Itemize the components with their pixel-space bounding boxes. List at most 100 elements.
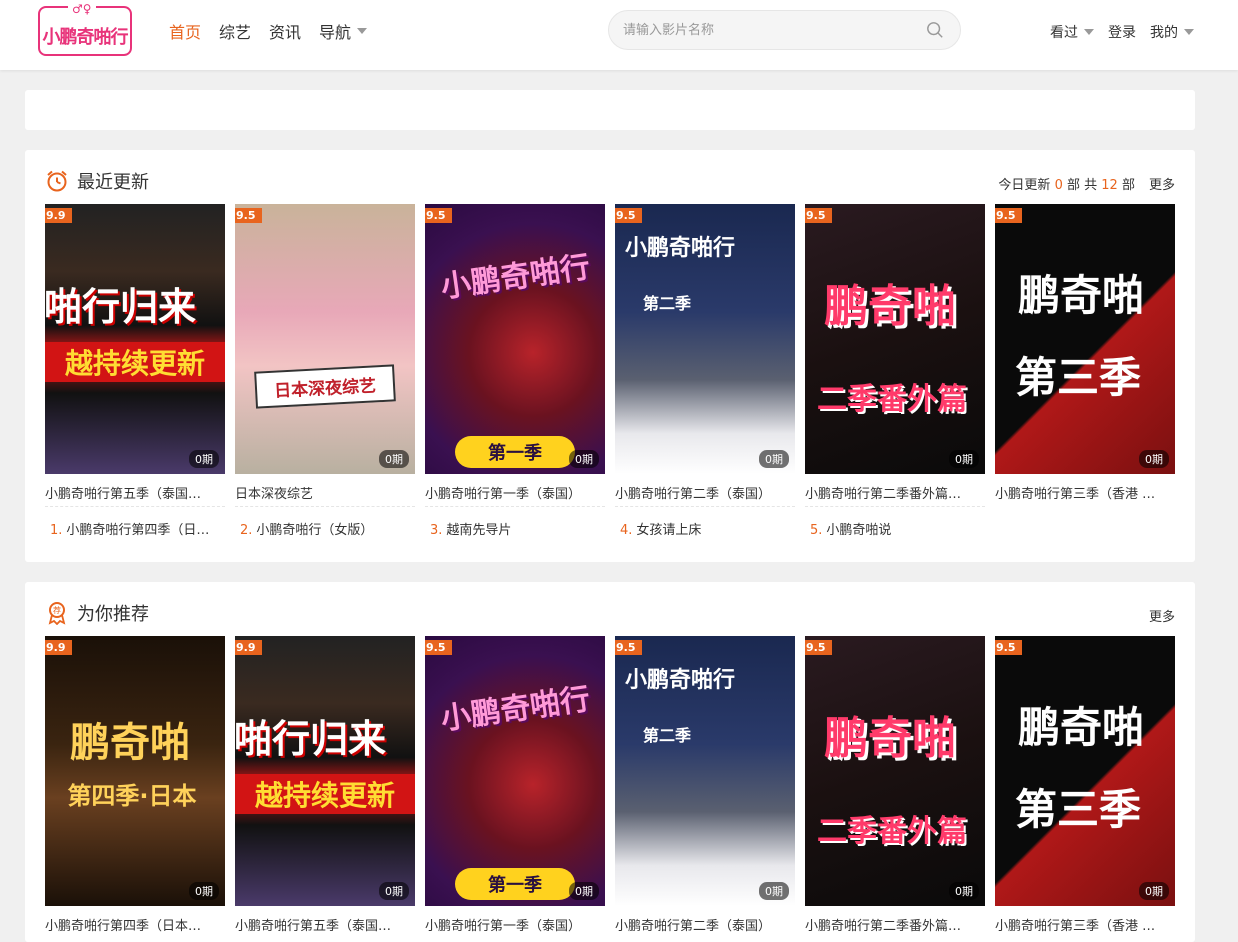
recommend-badge-icon: 荐 (48, 602, 66, 625)
poster: 鹏奇啪 第四季·日本 9.9 0期 (45, 636, 225, 906)
card-title: 日本深夜综艺 (235, 487, 314, 502)
score-badge: 9.5 (995, 640, 1022, 655)
video-card[interactable]: 啪行归来 越持续更新 9.9 0期 小鹏奇啪行第五季（泰国… (235, 636, 415, 934)
episode-badge: 0期 (189, 450, 219, 468)
today-prefix: 今日更新 (998, 178, 1051, 193)
stat-mid: 部 共 (1067, 178, 1098, 193)
hot-item[interactable]: 2. 小鹏奇啪行（女版） (235, 506, 415, 538)
card-title: 小鹏奇啪行第三季（香港 … (995, 919, 1156, 934)
video-card[interactable]: 小鹏奇啪行 第二季 9.5 0期 小鹏奇啪行第二季（泰国） (615, 204, 795, 502)
video-card[interactable]: 小鹏奇啪行 第二季 9.5 0期 小鹏奇啪行第二季（泰国） (615, 636, 795, 934)
score-badge: 9.5 (805, 640, 832, 655)
recommend-section: 荐 为你推荐 更多 鹏奇啪 第四季·日本 9.9 0期 小鹏奇啪行第四季（日本…… (25, 582, 1195, 942)
hot-rank: 5. (810, 523, 823, 538)
stat-suffix: 部 (1121, 178, 1135, 193)
score-badge: 9.5 (615, 208, 642, 223)
video-card[interactable]: 小鹏奇啪行 第一季 9.5 0期 小鹏奇啪行第一季（泰国） (425, 636, 605, 934)
poster-title: 啪行归来 (45, 285, 196, 329)
poster-subtitle: 第一季 (455, 868, 575, 900)
chevron-down-icon (357, 28, 368, 34)
recommend-links: 更多 (1149, 606, 1175, 625)
hot-label: 小鹏奇啪行（女版） (256, 523, 374, 538)
video-card[interactable]: 啪行归来 越持续更新 9.9 0期 小鹏奇啪行第五季（泰国… (45, 204, 225, 502)
hot-label: 小鹏奇啪说 (826, 523, 892, 538)
poster-subtitle: 越持续更新 (45, 342, 225, 382)
recent-more-link[interactable]: 更多 (1149, 174, 1175, 193)
video-card[interactable]: 鹏奇啪 第四季·日本 9.9 0期 小鹏奇啪行第四季（日本… (45, 636, 225, 934)
recommend-header: 荐 为你推荐 (45, 600, 149, 626)
poster: 小鹏奇啪行 第一季 9.5 0期 (425, 204, 605, 474)
recommend-cards: 鹏奇啪 第四季·日本 9.9 0期 小鹏奇啪行第四季（日本… 啪行归来 越持续更… (45, 636, 1175, 934)
card-title: 小鹏奇啪行第三季（香港 … (995, 487, 1156, 502)
poster: 小鹏奇啪行 第二季 9.5 0期 (615, 636, 795, 906)
recommend-title: 为你推荐 (77, 604, 149, 625)
nav-variety[interactable]: 综艺 (219, 19, 251, 43)
poster: 小鹏奇啪行 第一季 9.5 0期 (425, 636, 605, 906)
poster-title: 鹏奇啪 (70, 720, 190, 766)
hot-rank: 4. (620, 523, 633, 538)
episode-badge: 0期 (379, 450, 409, 468)
history-menu[interactable]: 看过 (1050, 22, 1094, 42)
recent-header: 最近更新 (45, 168, 149, 194)
nav-home[interactable]: 首页 (169, 19, 201, 43)
today-update-stat: 今日更新 0 部 共 12 部 (998, 174, 1135, 193)
site-header: ♂♀ 小鹏奇啪行 首页 综艺 资讯 导航 看过 登录 我的 (0, 0, 1238, 70)
poster-title: 日本深夜综艺 (254, 364, 396, 409)
hot-list: 1. 小鹏奇啪行第四季（日… 2. 小鹏奇啪行（女版） 3. 越南先导片 4. 女孩请上… (45, 506, 985, 538)
recent-title: 最近更新 (77, 172, 149, 193)
search-input[interactable] (623, 19, 913, 41)
search-box (608, 10, 961, 50)
hot-label: 越南先导片 (446, 523, 512, 538)
poster: 鹏奇啪 第三季 9.5 0期 (995, 636, 1175, 906)
hot-item[interactable]: 1. 小鹏奇啪行第四季（日… (45, 506, 225, 538)
recent-stats: 今日更新 0 部 共 12 部 更多 (998, 174, 1175, 193)
my-menu[interactable]: 我的 (1150, 22, 1194, 42)
score-badge: 9.5 (805, 208, 832, 223)
video-card[interactable]: 鹏奇啪 二季番外篇 9.5 0期 小鹏奇啪行第二季番外篇… (805, 204, 985, 502)
poster: 鹏奇啪 第三季 9.5 0期 (995, 204, 1175, 474)
episode-badge: 0期 (949, 882, 979, 900)
logo-deco: ♂♀ (68, 2, 96, 16)
login-link[interactable]: 登录 (1108, 22, 1136, 42)
card-title: 小鹏奇啪行第四季（日本… (45, 919, 202, 934)
score-badge: 9.9 (45, 208, 72, 223)
poster-subtitle: 第二季 (643, 294, 692, 313)
poster-title: 小鹏奇啪行 (625, 236, 736, 261)
nav-guide-label: 导航 (319, 23, 352, 42)
score-badge: 9.5 (235, 208, 262, 223)
total-count: 12 (1101, 178, 1118, 193)
nav-news[interactable]: 资讯 (269, 19, 301, 43)
history-label: 看过 (1050, 25, 1078, 41)
video-card[interactable]: 鹏奇啪 二季番外篇 9.5 0期 小鹏奇啪行第二季番外篇… (805, 636, 985, 934)
episode-badge: 0期 (569, 450, 599, 468)
my-label: 我的 (1150, 25, 1178, 41)
episode-badge: 0期 (949, 450, 979, 468)
hot-item[interactable]: 4. 女孩请上床 (615, 506, 795, 538)
poster-subtitle: 二季番外篇 (817, 814, 967, 849)
logo-text: 小鹏奇啪行 (42, 27, 129, 48)
video-card[interactable]: 鹏奇啪 第三季 9.5 0期 小鹏奇啪行第三季（香港 … (995, 636, 1175, 934)
card-title: 小鹏奇啪行第二季番外篇… (805, 487, 962, 502)
card-title: 小鹏奇啪行第二季（泰国） (615, 487, 772, 502)
poster: 啪行归来 越持续更新 9.9 0期 (45, 204, 225, 474)
hot-item[interactable]: 5. 小鹏奇啪说 (805, 506, 985, 538)
video-card[interactable]: 小鹏奇啪行 第一季 9.5 0期 小鹏奇啪行第一季（泰国） (425, 204, 605, 502)
chevron-down-icon (1184, 29, 1194, 35)
hot-item[interactable]: 3. 越南先导片 (425, 506, 605, 538)
recent-section: 最近更新 今日更新 0 部 共 12 部 更多 啪行归来 越持续更新 9.9 0… (25, 150, 1195, 562)
poster: 啪行归来 越持续更新 9.9 0期 (235, 636, 415, 906)
episode-badge: 0期 (569, 882, 599, 900)
recommend-more-link[interactable]: 更多 (1149, 606, 1175, 625)
nav-guide[interactable]: 导航 (319, 19, 368, 43)
poster-title: 小鹏奇啪行 (438, 681, 593, 738)
score-badge: 9.9 (45, 640, 72, 655)
video-card[interactable]: 日本深夜综艺 9.5 0期 日本深夜综艺 (235, 204, 415, 502)
card-title: 小鹏奇啪行第二季（泰国） (615, 919, 772, 934)
video-card[interactable]: 鹏奇啪 第三季 9.5 0期 小鹏奇啪行第三季（香港 … (995, 204, 1175, 502)
search-icon[interactable] (926, 21, 944, 39)
poster-title: 鹏奇啪 (824, 713, 956, 764)
site-logo[interactable]: ♂♀ 小鹏奇啪行 (38, 2, 132, 56)
card-title: 小鹏奇啪行第二季番外篇… (805, 919, 962, 934)
poster-subtitle: 第一季 (455, 436, 575, 468)
score-badge: 9.9 (235, 640, 262, 655)
